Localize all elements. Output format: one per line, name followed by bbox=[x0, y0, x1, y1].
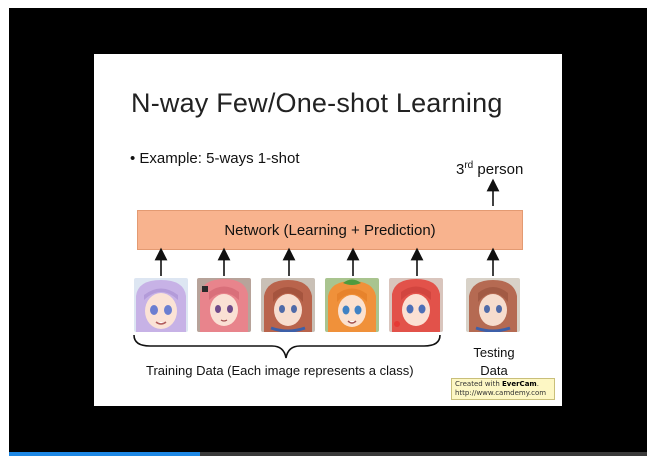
testing-data-label: Testing Data bbox=[462, 344, 526, 380]
watermark-line1: Created with EverCam. bbox=[455, 380, 551, 389]
character-face-auburn-hair bbox=[261, 278, 315, 332]
video-progress-fill bbox=[9, 452, 201, 456]
character-face-pink-hair bbox=[197, 278, 251, 332]
character-face-red-hair bbox=[389, 278, 443, 332]
character-face-auburn-hair-test bbox=[466, 278, 520, 332]
watermark-url: http://www.camdemy.com bbox=[455, 389, 547, 397]
watermark-suffix: . bbox=[536, 380, 539, 388]
character-face-lavender-hair bbox=[134, 278, 188, 332]
character-face-orange-hair bbox=[325, 278, 379, 332]
training-data-label: Training Data (Each image represents a c… bbox=[146, 363, 414, 378]
evercam-watermark[interactable]: Created with EverCam. http://www.camdemy… bbox=[451, 378, 555, 400]
video-progress-bar[interactable] bbox=[9, 452, 647, 456]
testing-label-line1: Testing bbox=[473, 345, 515, 360]
watermark-prefix: Created with bbox=[455, 380, 503, 388]
watermark-brand: EverCam bbox=[502, 380, 537, 388]
training-brace bbox=[133, 334, 441, 359]
slide: N-way Few/One-shot Learning • Example: 5… bbox=[94, 54, 562, 406]
